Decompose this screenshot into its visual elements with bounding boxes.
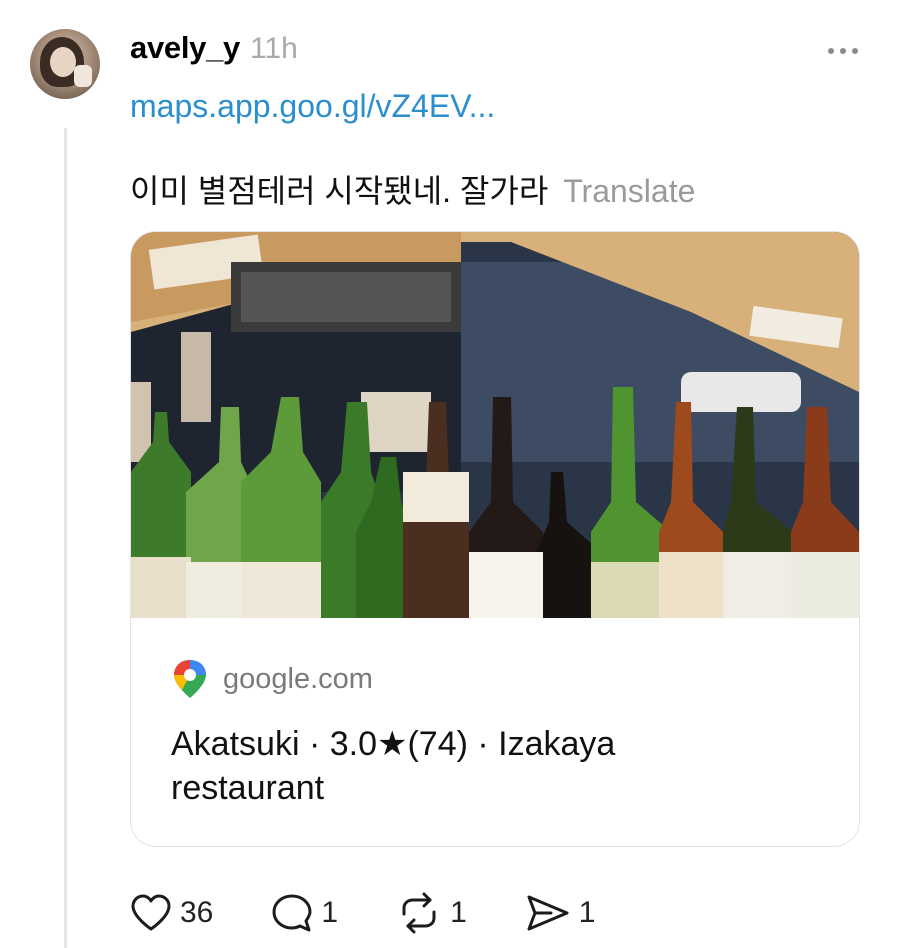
translate-button[interactable]: Translate	[563, 173, 695, 209]
username[interactable]: avely_y	[130, 30, 240, 66]
repost-count: 1	[450, 896, 467, 929]
post-time: 11h	[249, 32, 298, 65]
card-source-label: google.com	[223, 662, 373, 695]
post-header: avely_y 11h	[130, 30, 298, 74]
like-count: 36	[180, 896, 214, 929]
avatar-hand	[74, 65, 92, 87]
post-text: 이미 별점테러 시작됐네. 잘가라 Translate	[130, 166, 695, 212]
reply-button[interactable]: 1	[271, 893, 338, 933]
share-count: 1	[578, 896, 596, 929]
more-icon[interactable]	[828, 36, 858, 66]
share-icon	[527, 895, 569, 931]
repost-button[interactable]: 1	[396, 892, 467, 934]
card-info: google.com Akatsuki · 3.0★(74) · Izakaya…	[171, 658, 819, 810]
repost-icon	[402, 892, 436, 934]
reply-count: 1	[321, 896, 339, 929]
post-link[interactable]: maps.app.goo.gl/vZ4EV...	[130, 88, 495, 125]
card-title-line1: Akatsuki · 3.0★(74) · Izakaya	[171, 725, 616, 763]
card-title-line2: restaurant	[171, 769, 325, 807]
share-button[interactable]: 1	[525, 893, 596, 933]
more-dot	[852, 48, 858, 54]
card-title: Akatsuki · 3.0★(74) · Izakaya restaurant	[171, 722, 819, 810]
more-dot	[840, 48, 846, 54]
thread-line	[64, 128, 67, 948]
like-button[interactable]: 36	[130, 894, 213, 932]
maps-pin-icon	[174, 660, 206, 698]
bottles-illustration	[131, 387, 859, 618]
more-dot	[828, 48, 834, 54]
post-body: 이미 별점테러 시작됐네. 잘가라	[130, 173, 549, 209]
heart-icon	[131, 894, 171, 931]
card-source: google.com	[171, 658, 819, 700]
avatar-face	[50, 47, 76, 77]
avatar[interactable]	[30, 29, 100, 99]
comment-icon	[272, 894, 312, 932]
action-bar: 36 1 1 1	[130, 890, 653, 936]
link-preview-card[interactable]: google.com Akatsuki · 3.0★(74) · Izakaya…	[130, 231, 860, 847]
